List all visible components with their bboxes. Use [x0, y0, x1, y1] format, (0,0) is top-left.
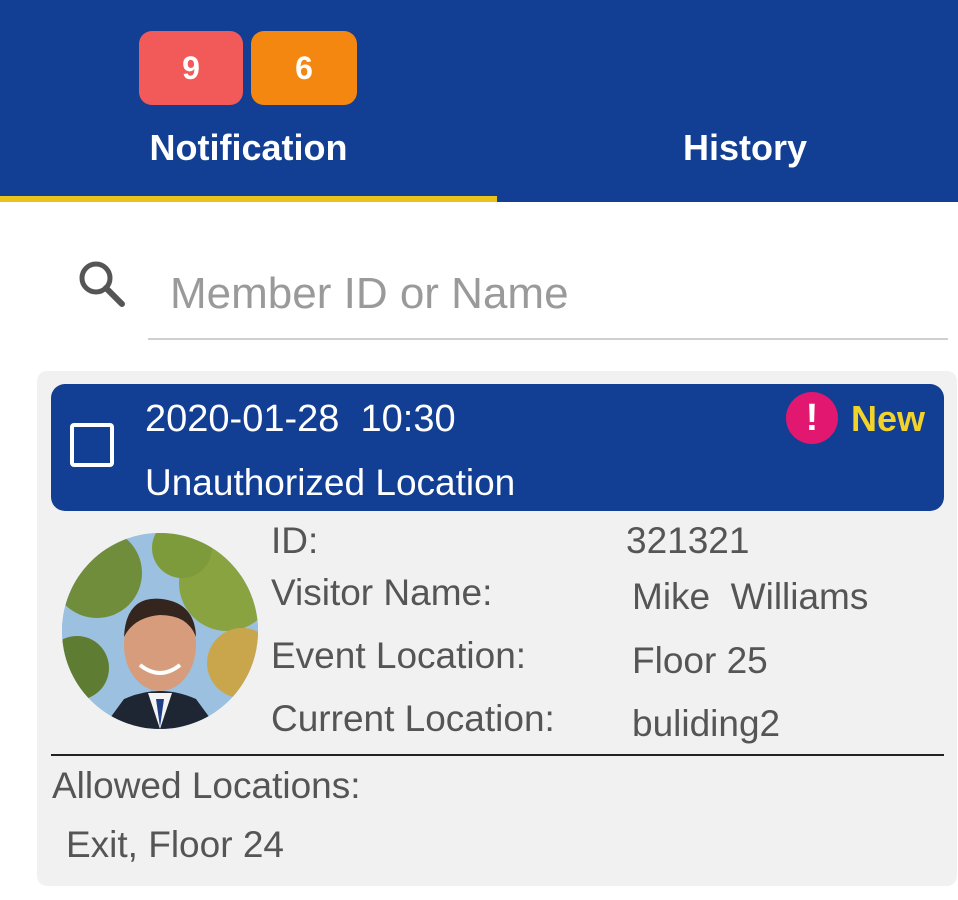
alert-select-checkbox[interactable] [70, 423, 114, 467]
field-current-location-label: Current Location: [271, 698, 555, 739]
card-divider [51, 754, 944, 756]
tab-history-label: History [682, 127, 808, 168]
tab-notification-label: Notification [149, 127, 348, 168]
field-current-location-value: buliding2 [632, 703, 781, 744]
search-icon [79, 261, 125, 307]
search-input[interactable] [148, 250, 948, 340]
top-tab-bar: 9 6 Notification History [0, 0, 958, 202]
field-id-label: ID: [271, 520, 319, 561]
notification-count-badge-orange: 6 [251, 31, 357, 105]
field-visitor-name-value: Mike Williams [632, 576, 869, 617]
field-id-value: 321321 [626, 520, 750, 561]
allowed-locations-value: Exit, Floor 24 [66, 824, 284, 865]
exclamation-icon: ! [786, 392, 838, 444]
allowed-locations-label: Allowed Locations: [52, 765, 361, 806]
field-event-location-label: Event Location: [271, 635, 527, 676]
field-visitor-name-label: Visitor Name: [271, 572, 493, 613]
tab-notification[interactable]: 9 6 Notification [0, 0, 497, 202]
active-tab-indicator [0, 196, 497, 202]
alert-timestamp: 2020-01-28 10:30 [145, 398, 456, 440]
status-badge: New [851, 398, 926, 439]
avatar [62, 533, 258, 729]
tab-history[interactable]: History [479, 0, 958, 202]
alert-event-type: Unauthorized Location [145, 462, 516, 503]
field-event-location-value: Floor 25 [632, 640, 768, 681]
notification-count-badge-red: 9 [139, 31, 243, 105]
